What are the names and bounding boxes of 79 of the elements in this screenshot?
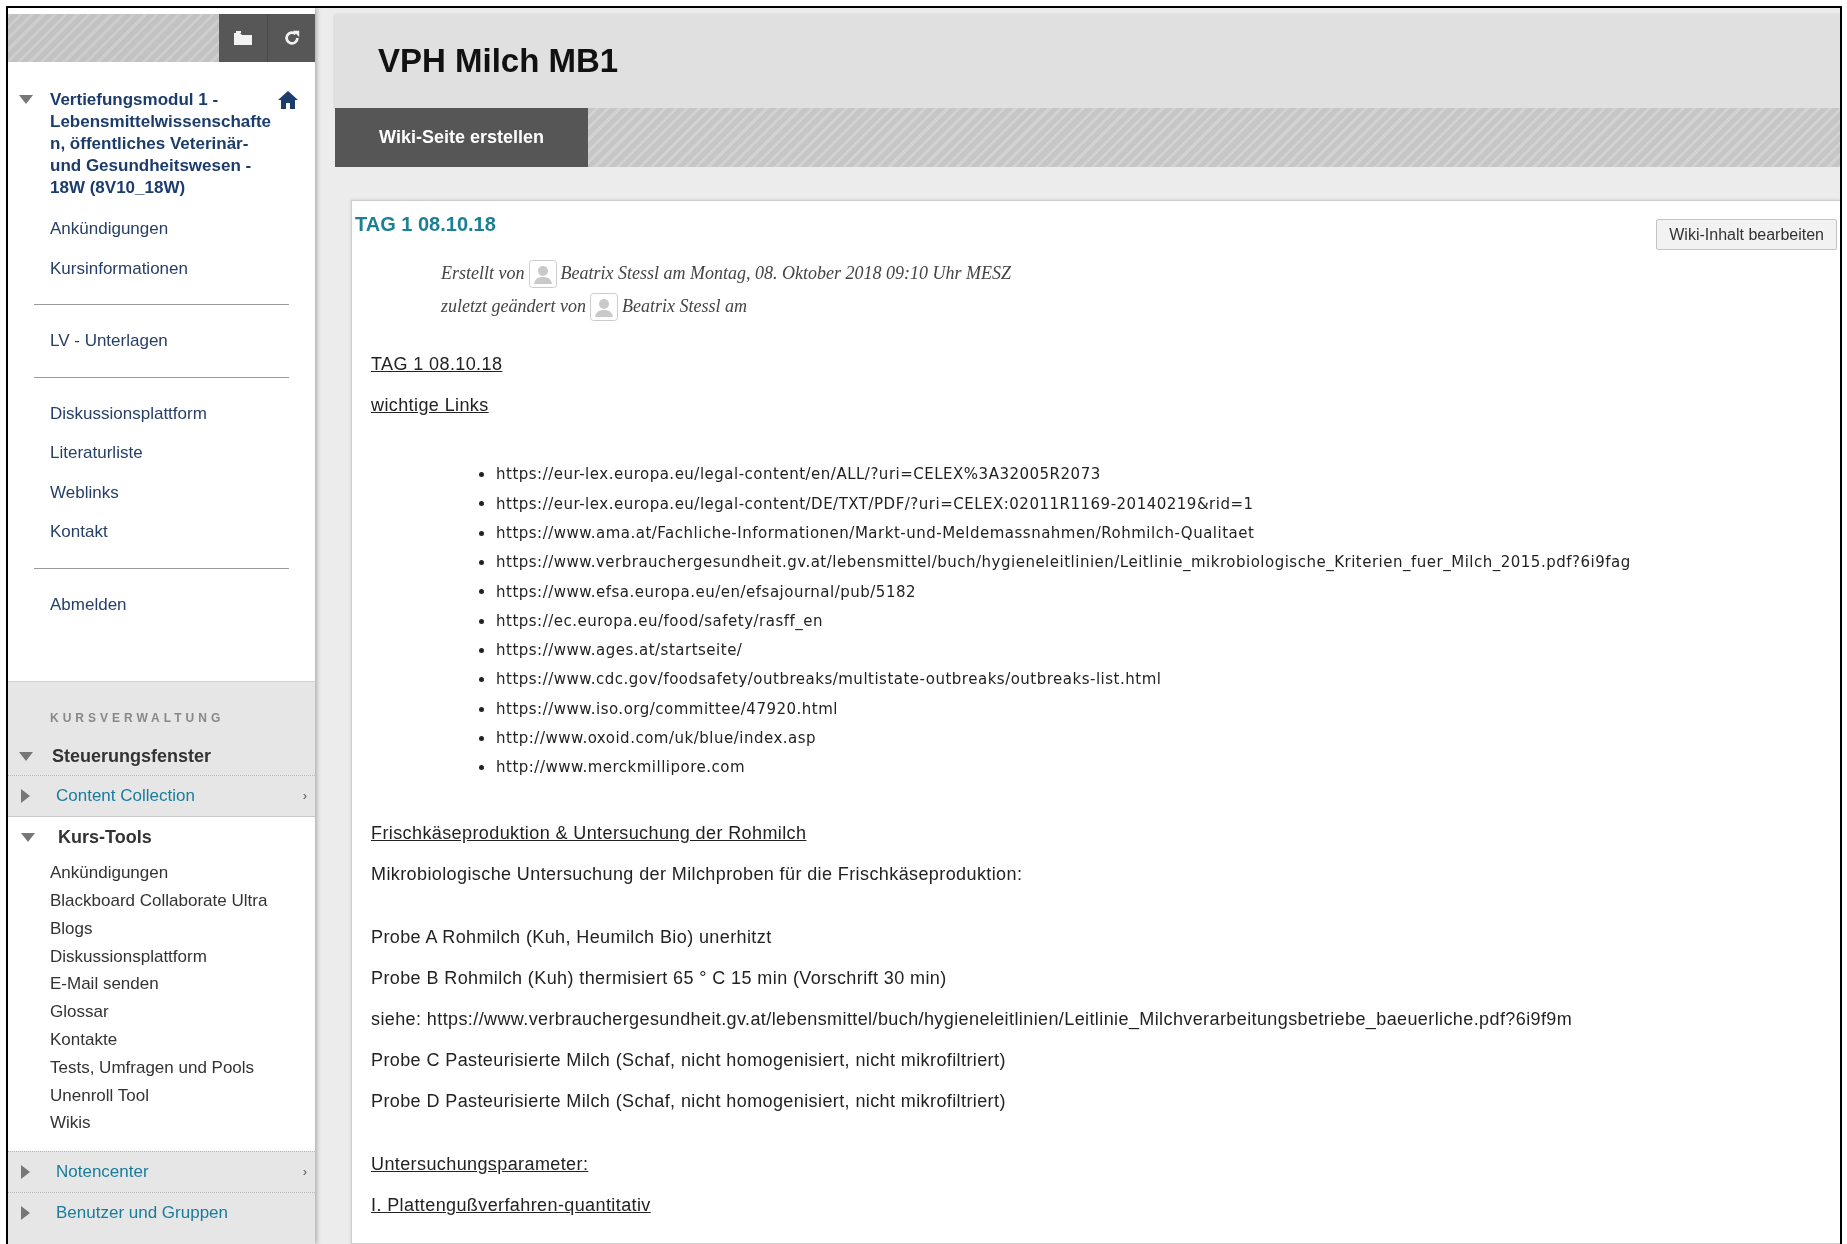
tool-link[interactable]: Wikis [50, 1109, 91, 1137]
link-url: https://www.ages.at/startseite/ [496, 640, 743, 662]
menu-link[interactable]: Kursinformationen [50, 248, 188, 288]
link-url: https://eur-lex.europa.eu/legal-content/en/ALL/?uri=CELEX%3A32005R2073 [496, 464, 1101, 486]
bullet [479, 706, 484, 712]
paragraph: Probe D Pasteurisierte Milch (Schaf, nicht homogenisiert, nicht mikrofiltriert) [371, 1090, 1007, 1114]
expand-triangle-icon[interactable] [21, 789, 30, 803]
menu-link[interactable]: Abmelden [50, 584, 127, 624]
tool-link[interactable]: Glossar [50, 998, 109, 1026]
bullet [479, 560, 484, 566]
tool-link[interactable]: Tests, Umfragen und Pools [50, 1053, 255, 1082]
underlined-link[interactable]: Untersuchungsparameter: [371, 1122, 589, 1186]
link-url: http://www.oxoid.com/uk/blue/index.asp [496, 728, 817, 750]
author-name: Beatrix Stessl am Montag, 08. Oktober 2018 09:10 Uhr MESZ [560, 262, 1011, 285]
link-url: https://ec.europa.eu/food/safety/rasff_en [496, 610, 824, 632]
refresh-icon [282, 29, 301, 47]
tool-link[interactable]: Ankündigungen [50, 859, 169, 887]
wiki-page-title: TAG 1 08.10.18 [355, 212, 496, 237]
link-url: https://eur-lex.europa.eu/legal-content/DE/TXT/PDF/?uri=CELEX:02011R1169-20140219&rid=1 [496, 493, 1254, 515]
bullet [479, 501, 484, 507]
bullet [479, 472, 484, 478]
tool-link[interactable]: E-Mail senden [50, 970, 159, 998]
menu-link[interactable]: Ankündigungen [50, 209, 169, 249]
course-title-link[interactable]: Vertiefungsmodul 1 - Lebensmittelwissenschaften, öffentliches Veterinär- und Gesundheitswesen - 18W (8V10_18W) [50, 89, 274, 199]
bullet [479, 677, 484, 683]
tool-link[interactable]: Diskussionsplattform [50, 942, 207, 971]
meta-label: Erstellt von [441, 262, 525, 285]
menu-link[interactable]: Kontakt [50, 512, 108, 552]
paragraph: siehe: https://www.verbrauchergesundheit.gv.at/lebensmittel/buch/hygieneleitlinien/Leitlinie_Milchverarbeitungsbetriebe_baeuerliche.pdf?6i9f9m [371, 1008, 1574, 1032]
menu-link[interactable]: Literaturliste [50, 433, 143, 473]
author-name: Beatrix Stessl am [622, 295, 747, 318]
paragraph: Probe A Rohmilch (Kuh, Heumilch Bio) unerhitzt [371, 926, 773, 950]
underlined-link[interactable]: TAG 1 08.10.18 [371, 344, 503, 385]
collapse-triangle-icon[interactable] [19, 95, 33, 104]
section-link[interactable]: Kurs-Tools [58, 823, 152, 851]
paragraph: Probe C Pasteurisierte Milch (Schaf, nicht homogenisiert, nicht mikrofiltriert) [371, 1049, 1007, 1073]
paragraph: Probe B Rohmilch (Kuh) thermisiert 65 ° C 15 min (Vorschrift 30 min) [371, 967, 948, 991]
home-icon[interactable] [278, 91, 298, 109]
bullet [479, 647, 484, 653]
page-title: VPH Milch MB1 [378, 41, 619, 82]
tool-link[interactable]: Blogs [50, 914, 93, 943]
bullet [479, 589, 484, 595]
collapse-triangle-icon[interactable] [19, 751, 33, 761]
user-avatar-icon [590, 292, 618, 321]
underlined-link[interactable]: wichtige Links [371, 385, 489, 426]
link-url: https://www.ama.at/Fachliche-Informationen/Markt-und-Meldemassnahmen/Rohmilch-Qualitaet [496, 523, 1255, 544]
bullet [479, 618, 484, 624]
tool-link[interactable]: Unenroll Tool [50, 1081, 149, 1110]
link-url: https://www.verbrauchergesundheit.gv.at/lebensmittel/buch/hygieneleitlinien/Leitlinie_mikrobiologische_Kriterien_fuer_Milch_2015.pdf?6i9fag [496, 552, 1631, 574]
expand-triangle-icon[interactable] [21, 1164, 30, 1179]
edit-content-button[interactable]: Wiki-Inhalt bearbeiten [1656, 219, 1837, 250]
menu-link[interactable]: Weblinks [50, 472, 119, 512]
section-link[interactable]: Content Collection [56, 783, 195, 809]
folder-icon [233, 30, 253, 46]
user-avatar-icon [528, 259, 557, 288]
tool-link[interactable]: Blackboard Collaborate Ultra [50, 886, 268, 915]
section-heading: KURSVERWALTUNG [49, 710, 226, 727]
link-url: https://www.efsa.europa.eu/en/efsajournal/pub/5182 [496, 581, 917, 603]
collapse-triangle-icon[interactable] [21, 832, 35, 842]
create-page-button[interactable]: Wiki-Seite erstellen [335, 108, 588, 167]
bullet [479, 530, 484, 536]
tool-link[interactable]: Kontakte [50, 1025, 118, 1054]
panel-heading[interactable]: Steuerungsfenster [52, 742, 212, 770]
bullet [479, 735, 484, 741]
chevron[interactable]: › [302, 786, 307, 806]
link-url: https://www.cdc.gov/foodsafety/outbreaks/multistate-outbreaks/outbreaks-list.html [496, 669, 1162, 691]
section-link[interactable]: Notencenter [56, 1159, 149, 1185]
paragraph: Mikrobiologische Untersuchung der Milchproben für die Frischkäseproduktion: [371, 863, 1024, 887]
link-url: https://www.iso.org/committee/47920.html [496, 698, 839, 720]
meta-label: zuletzt geändert von [441, 295, 586, 318]
chevron[interactable]: › [302, 1162, 307, 1182]
expand-triangle-icon[interactable] [21, 1205, 30, 1220]
menu-link[interactable]: Diskussionsplattform [50, 393, 207, 433]
section-link[interactable]: Benutzer und Gruppen [56, 1200, 228, 1226]
underlined-link[interactable]: I. Plattengußverfahren-quantitativ [371, 1185, 651, 1227]
bullet [479, 765, 484, 771]
underlined-link[interactable]: Frischkäseproduktion & Untersuchung der Rohmilch [371, 791, 807, 855]
link-url: http://www.merckmillipore.com [496, 757, 746, 779]
menu-link[interactable]: LV - Unterlagen [50, 321, 168, 361]
